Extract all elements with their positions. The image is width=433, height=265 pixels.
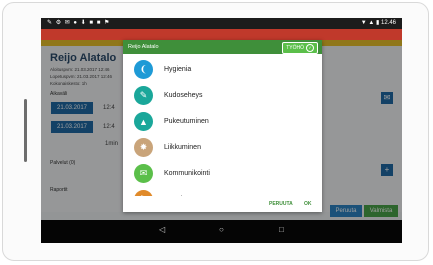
service-picker-dialog: Reijo Alatalo TYÖHÖ ✓ ❨ Hygienia ✎ Kudos…	[123, 40, 322, 212]
service-item-kommunikointi[interactable]: ✉ Kommunikointi	[123, 160, 322, 186]
check-icon: ✓	[306, 44, 314, 52]
dialog-top-button[interactable]: TYÖHÖ ✓	[282, 42, 318, 54]
service-item-label: Hygienia	[164, 66, 192, 73]
status-bar: ✎ ⚙ ✉ ● ⬇ ■ ■ ⚑ ▼ ▲ ▮ 12.46	[41, 18, 402, 29]
android-nav-bar: ◁ ○ □	[41, 220, 402, 243]
service-item-label: Liikkuminen	[164, 144, 201, 151]
service-item-label: Pukeutuminen	[164, 118, 209, 125]
dialog-header: Reijo Alatalo TYÖHÖ ✓	[123, 40, 322, 54]
back-icon[interactable]: ◁	[159, 225, 165, 234]
dialog-top-button-label: TYÖHÖ	[286, 45, 304, 51]
device-screen: ✎ ⚙ ✉ ● ⬇ ■ ■ ⚑ ▼ ▲ ▮ 12.46 Reijo Alatal…	[41, 18, 402, 243]
bandage-icon: ✎	[134, 86, 153, 105]
dialog-ok-button[interactable]: OK	[304, 201, 312, 207]
walking-icon: ✸	[134, 138, 153, 157]
service-item-label: Kudoseheys	[164, 92, 203, 99]
hygiene-icon: ❨	[134, 60, 153, 79]
home-icon[interactable]: ○	[219, 225, 224, 234]
tablet-side-button	[24, 99, 27, 162]
app-header-bar	[41, 29, 402, 40]
service-item-liikkuminen[interactable]: ✸ Liikkuminen	[123, 134, 322, 160]
service-item-label: Kommunikointi	[164, 170, 210, 177]
status-right-indicators: ▼ ▲ ▮ 12.46	[360, 20, 396, 26]
dialog-title: Reijo Alatalo	[128, 44, 159, 50]
status-left-icons: ✎ ⚙ ✉ ● ⬇ ■ ■ ⚑	[47, 20, 111, 26]
service-item-pukeutuminen[interactable]: ▲ Pukeutuminen	[123, 108, 322, 134]
chat-icon: ✉	[134, 164, 153, 183]
recent-apps-icon[interactable]: □	[279, 225, 284, 234]
dialog-cancel-button[interactable]: PERUUTA	[269, 201, 293, 207]
service-item-hygienia[interactable]: ❨ Hygienia	[123, 56, 322, 82]
shirt-icon: ▲	[134, 112, 153, 131]
service-item-kudoseheys[interactable]: ✎ Kudoseheys	[123, 82, 322, 108]
